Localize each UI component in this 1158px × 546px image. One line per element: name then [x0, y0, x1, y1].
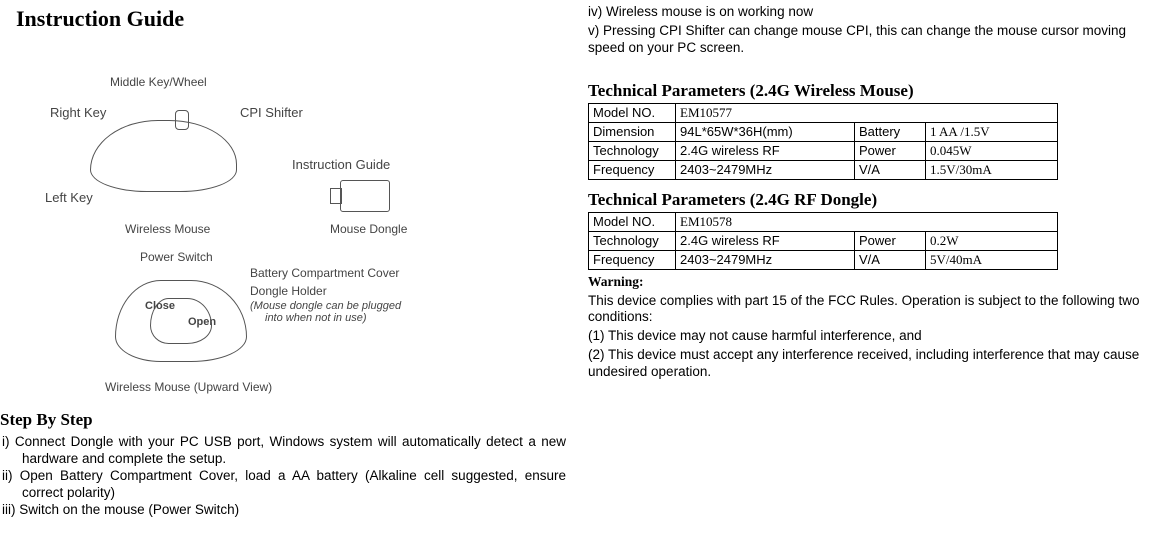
cell-dimension-label: Dimension	[589, 122, 676, 141]
step-item: i) Connect Dongle with your PC USB port,…	[2, 434, 566, 468]
cell-power: 0.2W	[926, 231, 1058, 250]
cell-model-no-label: Model NO.	[589, 212, 676, 231]
step-continued: iv) Wireless mouse is on working now	[588, 4, 1154, 21]
mouse-spec-heading: Technical Parameters (2.4G Wireless Mous…	[588, 81, 1154, 101]
dongle-spec-table: Model NO. EM10578 Technology 2.4G wirele…	[588, 212, 1058, 270]
dongle-plug-icon	[330, 188, 342, 204]
steps-list: i) Connect Dongle with your PC USB port,…	[0, 434, 566, 518]
cell-model-no-label: Model NO.	[589, 103, 676, 122]
step-item: ii) Open Battery Compartment Cover, load…	[2, 468, 566, 502]
label-dongle-note-2: into when not in use)	[265, 312, 367, 324]
cell-model-no: EM10578	[676, 212, 1058, 231]
table-row: Frequency 2403~2479MHz V/A 1.5V/30mA	[589, 160, 1058, 179]
label-right-key: Right Key	[50, 105, 106, 120]
cell-frequency-label: Frequency	[589, 250, 676, 269]
warning-text-1: This device complies with part 15 of the…	[588, 293, 1154, 327]
label-left-key: Left Key	[45, 190, 93, 205]
cell-va: 5V/40mA	[926, 250, 1058, 269]
cell-model-no: EM10577	[676, 103, 1058, 122]
label-cpi-shifter: CPI Shifter	[240, 105, 303, 120]
cell-dimension: 94L*65W*36H(mm)	[676, 122, 855, 141]
diagram-mouse-top: Middle Key/Wheel Right Key CPI Shifter I…	[30, 40, 450, 240]
cell-va: 1.5V/30mA	[926, 160, 1058, 179]
warning-heading: Warning:	[588, 274, 1154, 291]
step-text: Open Battery Compartment Cover, load a A…	[20, 468, 566, 500]
step-marker: iv)	[588, 4, 602, 19]
label-power-switch: Power Switch	[140, 250, 213, 264]
dongle-outline	[340, 180, 390, 212]
table-row: Technology 2.4G wireless RF Power 0.045W	[589, 141, 1058, 160]
cell-battery: 1 AA /1.5V	[926, 122, 1058, 141]
cell-technology-label: Technology	[589, 231, 676, 250]
step-continued: v) Pressing CPI Shifter can change mouse…	[588, 23, 1154, 57]
cell-power-label: Power	[855, 231, 926, 250]
page-title: Instruction Guide	[16, 6, 566, 32]
mouse-wheel-icon	[175, 110, 189, 130]
label-open: Open	[188, 316, 216, 328]
step-marker: v)	[588, 23, 599, 38]
table-row: Technology 2.4G wireless RF Power 0.2W	[589, 231, 1058, 250]
steps-heading: Step By Step	[0, 410, 566, 430]
cell-power: 0.045W	[926, 141, 1058, 160]
label-battery-cover: Battery Compartment Cover	[250, 266, 399, 280]
label-wireless-mouse: Wireless Mouse	[125, 222, 210, 236]
cell-frequency: 2403~2479MHz	[676, 160, 855, 179]
cell-technology: 2.4G wireless RF	[676, 231, 855, 250]
cell-technology-label: Technology	[589, 141, 676, 160]
cell-power-label: Power	[855, 141, 926, 160]
table-row: Model NO. EM10578	[589, 212, 1058, 231]
step-marker: i)	[2, 434, 10, 449]
label-dongle-holder: Dongle Holder	[250, 284, 327, 298]
step-text: Switch on the mouse (Power Switch)	[19, 502, 239, 517]
cell-battery-label: Battery	[855, 122, 926, 141]
cell-va-label: V/A	[855, 250, 926, 269]
table-row: Dimension 94L*65W*36H(mm) Battery 1 AA /…	[589, 122, 1058, 141]
mouse-outline	[90, 120, 237, 192]
label-close: Close	[145, 300, 175, 312]
label-mouse-dongle: Mouse Dongle	[330, 222, 407, 236]
cell-technology: 2.4G wireless RF	[676, 141, 855, 160]
cell-va-label: V/A	[855, 160, 926, 179]
cell-frequency: 2403~2479MHz	[676, 250, 855, 269]
step-text: Connect Dongle with your PC USB port, Wi…	[15, 434, 566, 466]
cell-frequency-label: Frequency	[589, 160, 676, 179]
step-text: Wireless mouse is on working now	[606, 4, 813, 19]
warning-text-3: (2) This device must accept any interfer…	[588, 347, 1154, 381]
dongle-spec-heading: Technical Parameters (2.4G RF Dongle)	[588, 190, 1154, 210]
label-upward-view: Wireless Mouse (Upward View)	[105, 380, 272, 394]
label-instruction-guide: Instruction Guide	[292, 157, 390, 172]
table-row: Frequency 2403~2479MHz V/A 5V/40mA	[589, 250, 1058, 269]
step-marker: iii)	[2, 502, 16, 517]
label-dongle-note-1: (Mouse dongle can be plugged	[250, 300, 401, 312]
table-row: Model NO. EM10577	[589, 103, 1058, 122]
step-item: iii) Switch on the mouse (Power Switch)	[2, 502, 566, 519]
step-marker: ii)	[2, 468, 13, 483]
diagram-mouse-bottom: Power Switch Battery Compartment Cover D…	[50, 240, 470, 400]
label-middle-key: Middle Key/Wheel	[110, 75, 207, 89]
mouse-spec-table: Model NO. EM10577 Dimension 94L*65W*36H(…	[588, 103, 1058, 180]
step-text: Pressing CPI Shifter can change mouse CP…	[588, 23, 1126, 55]
warning-text-2: (1) This device may not cause harmful in…	[588, 328, 1154, 345]
